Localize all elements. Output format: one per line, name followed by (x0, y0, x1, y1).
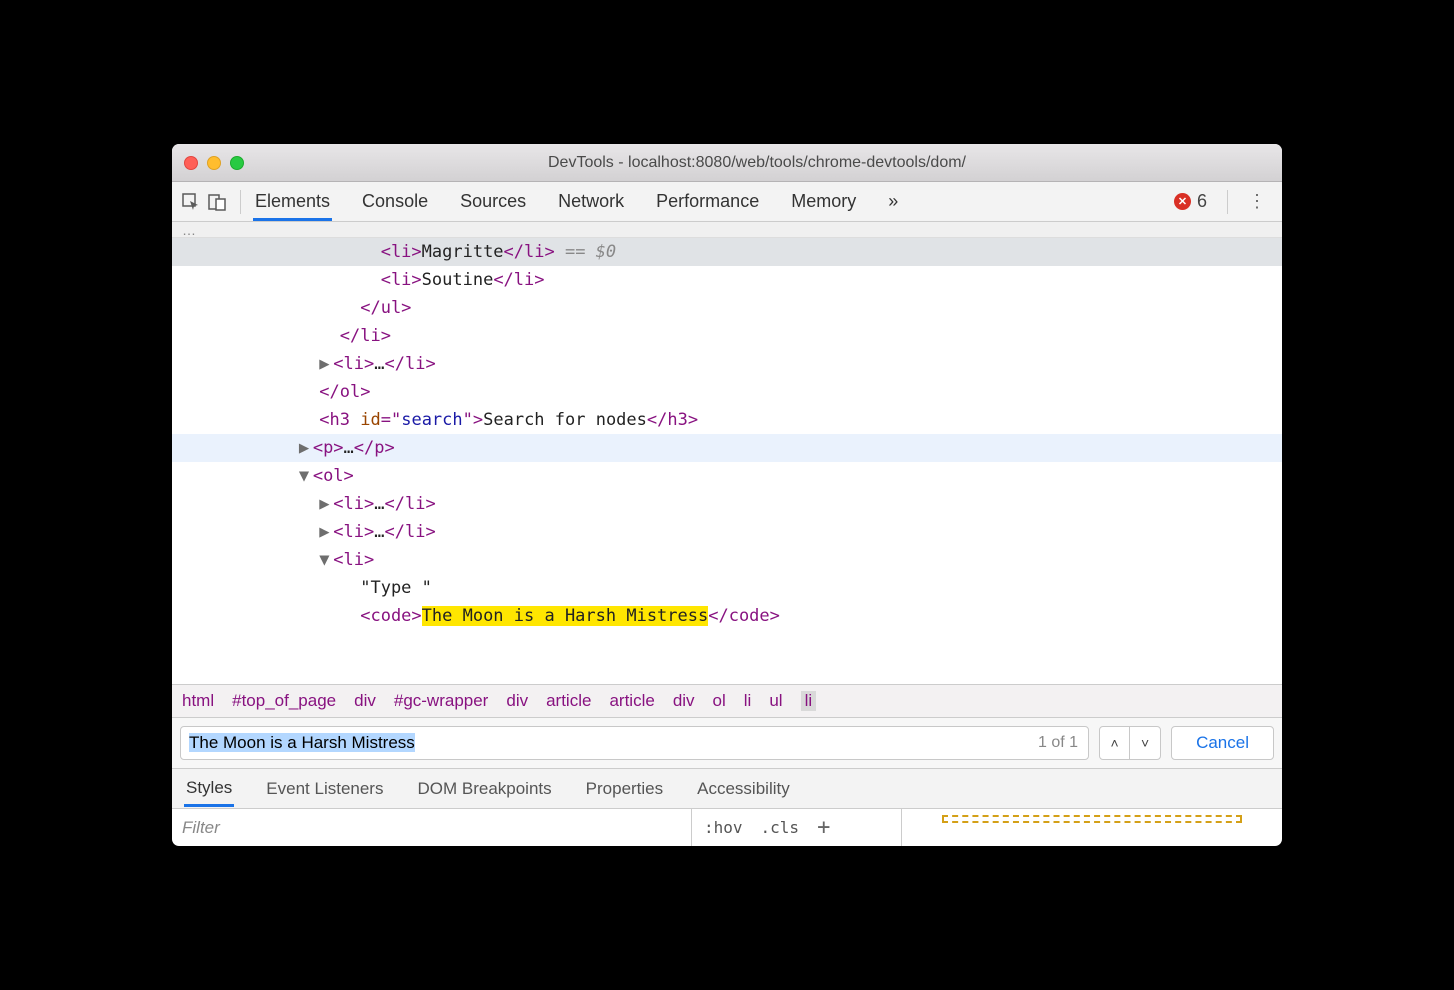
overflow-bar: … (172, 222, 1282, 238)
window-title: DevTools - localhost:8080/web/tools/chro… (244, 154, 1270, 172)
main-toolbar: Elements Console Sources Network Perform… (172, 182, 1282, 222)
tab-overflow[interactable]: » (886, 183, 900, 220)
error-count-value: 6 (1197, 191, 1207, 212)
collapse-arrow-icon[interactable]: ▼ (299, 462, 313, 490)
dom-node[interactable]: ▶ <li>…</li> (172, 518, 1282, 546)
zoom-window-button[interactable] (230, 156, 244, 170)
subtab-styles[interactable]: Styles (184, 770, 234, 807)
breadcrumb-item[interactable]: ol (713, 691, 726, 711)
expand-arrow-icon[interactable]: ▶ (319, 350, 333, 378)
search-input[interactable]: The Moon is a Harsh Mistress (181, 733, 1028, 753)
breadcrumb-item[interactable]: div (673, 691, 695, 711)
breadcrumb-item-selected[interactable]: li (801, 691, 817, 711)
breadcrumb-item[interactable]: article (546, 691, 591, 711)
dom-node[interactable]: </li> (172, 322, 1282, 350)
dom-node[interactable]: ▶ <p>…</p> (172, 434, 1282, 462)
dom-node[interactable]: ▶ <li>…</li> (172, 490, 1282, 518)
dom-node[interactable]: </ol> (172, 378, 1282, 406)
dom-node-selected[interactable]: <li>Magritte</li> == $0 (172, 238, 1282, 266)
breadcrumb-item[interactable]: #top_of_page (232, 691, 336, 711)
dom-node[interactable]: "Type " (172, 574, 1282, 602)
breadcrumb-item[interactable]: article (609, 691, 654, 711)
breadcrumb-item[interactable]: li (744, 691, 752, 711)
devtools-window: DevTools - localhost:8080/web/tools/chro… (172, 144, 1282, 846)
subtab-accessibility[interactable]: Accessibility (695, 771, 792, 807)
expand-arrow-icon[interactable]: ▶ (319, 518, 333, 546)
hov-toggle[interactable]: :hov (704, 818, 743, 837)
inspect-element-icon[interactable] (180, 191, 202, 213)
dom-node[interactable]: ▼ <ol> (172, 462, 1282, 490)
breadcrumb-item[interactable]: ul (769, 691, 782, 711)
tab-sources[interactable]: Sources (458, 183, 528, 220)
tab-performance[interactable]: Performance (654, 183, 761, 220)
subtab-event-listeners[interactable]: Event Listeners (264, 771, 385, 807)
tab-elements[interactable]: Elements (253, 183, 332, 221)
panel-tabs: Elements Console Sources Network Perform… (253, 183, 1170, 221)
search-result-count: 1 of 1 (1028, 734, 1088, 752)
dom-tree[interactable]: <li>Magritte</li> == $0 <li>Soutine</li>… (172, 238, 1282, 684)
expand-arrow-icon[interactable]: ▶ (319, 490, 333, 518)
new-style-rule-icon[interactable]: + (817, 815, 830, 840)
dom-node[interactable]: ▶<li>…</li> (172, 350, 1282, 378)
cls-toggle[interactable]: .cls (761, 818, 800, 837)
search-bar: The Moon is a Harsh Mistress 1 of 1 ˄ ˅ … (172, 717, 1282, 768)
search-input-value: The Moon is a Harsh Mistress (189, 733, 415, 752)
overflow-ellipsis[interactable]: … (182, 222, 196, 238)
tab-console[interactable]: Console (360, 183, 430, 220)
search-cancel-button[interactable]: Cancel (1171, 726, 1274, 760)
sidebar-tabs: Styles Event Listeners DOM Breakpoints P… (172, 768, 1282, 808)
dom-node[interactable]: </ul> (172, 294, 1282, 322)
tab-memory[interactable]: Memory (789, 183, 858, 220)
dom-node[interactable]: <h3 id="search">Search for nodes</h3> (172, 406, 1282, 434)
search-nav: ˄ ˅ (1099, 726, 1161, 760)
tab-network[interactable]: Network (556, 183, 626, 220)
dom-node[interactable]: ▼ <li> (172, 546, 1282, 574)
separator (1227, 190, 1228, 214)
settings-menu-icon[interactable]: ⋮ (1240, 191, 1274, 212)
search-next-button[interactable]: ˅ (1130, 727, 1160, 759)
styles-buttons: :hov .cls + (692, 809, 902, 846)
search-prev-button[interactable]: ˄ (1100, 727, 1130, 759)
titlebar: DevTools - localhost:8080/web/tools/chro… (172, 144, 1282, 182)
breadcrumb-item[interactable]: #gc-wrapper (394, 691, 489, 711)
error-count[interactable]: ✕ 6 (1174, 191, 1207, 212)
close-window-button[interactable] (184, 156, 198, 170)
breadcrumb-trail: html #top_of_page div #gc-wrapper div ar… (172, 684, 1282, 717)
search-highlight: The Moon is a Harsh Mistress (422, 606, 709, 626)
search-box: The Moon is a Harsh Mistress 1 of 1 (180, 726, 1089, 760)
box-model-preview (942, 815, 1242, 823)
breadcrumb-item[interactable]: html (182, 691, 214, 711)
breadcrumb-item[interactable]: div (354, 691, 376, 711)
breadcrumb-item[interactable]: div (506, 691, 528, 711)
traffic-lights (184, 156, 244, 170)
error-icon: ✕ (1174, 193, 1191, 210)
styles-filter-input[interactable]: Filter (172, 809, 692, 846)
separator (240, 190, 241, 214)
dom-node[interactable]: <li>Soutine</li> (172, 266, 1282, 294)
expand-arrow-icon[interactable]: ▶ (299, 434, 313, 462)
subtab-properties[interactable]: Properties (584, 771, 665, 807)
dom-node[interactable]: <code>The Moon is a Harsh Mistress</code… (172, 602, 1282, 630)
collapse-arrow-icon[interactable]: ▼ (319, 546, 333, 574)
minimize-window-button[interactable] (207, 156, 221, 170)
styles-toolbar: Filter :hov .cls + (172, 808, 1282, 846)
device-toolbar-icon[interactable] (206, 191, 228, 213)
subtab-dom-breakpoints[interactable]: DOM Breakpoints (415, 771, 553, 807)
